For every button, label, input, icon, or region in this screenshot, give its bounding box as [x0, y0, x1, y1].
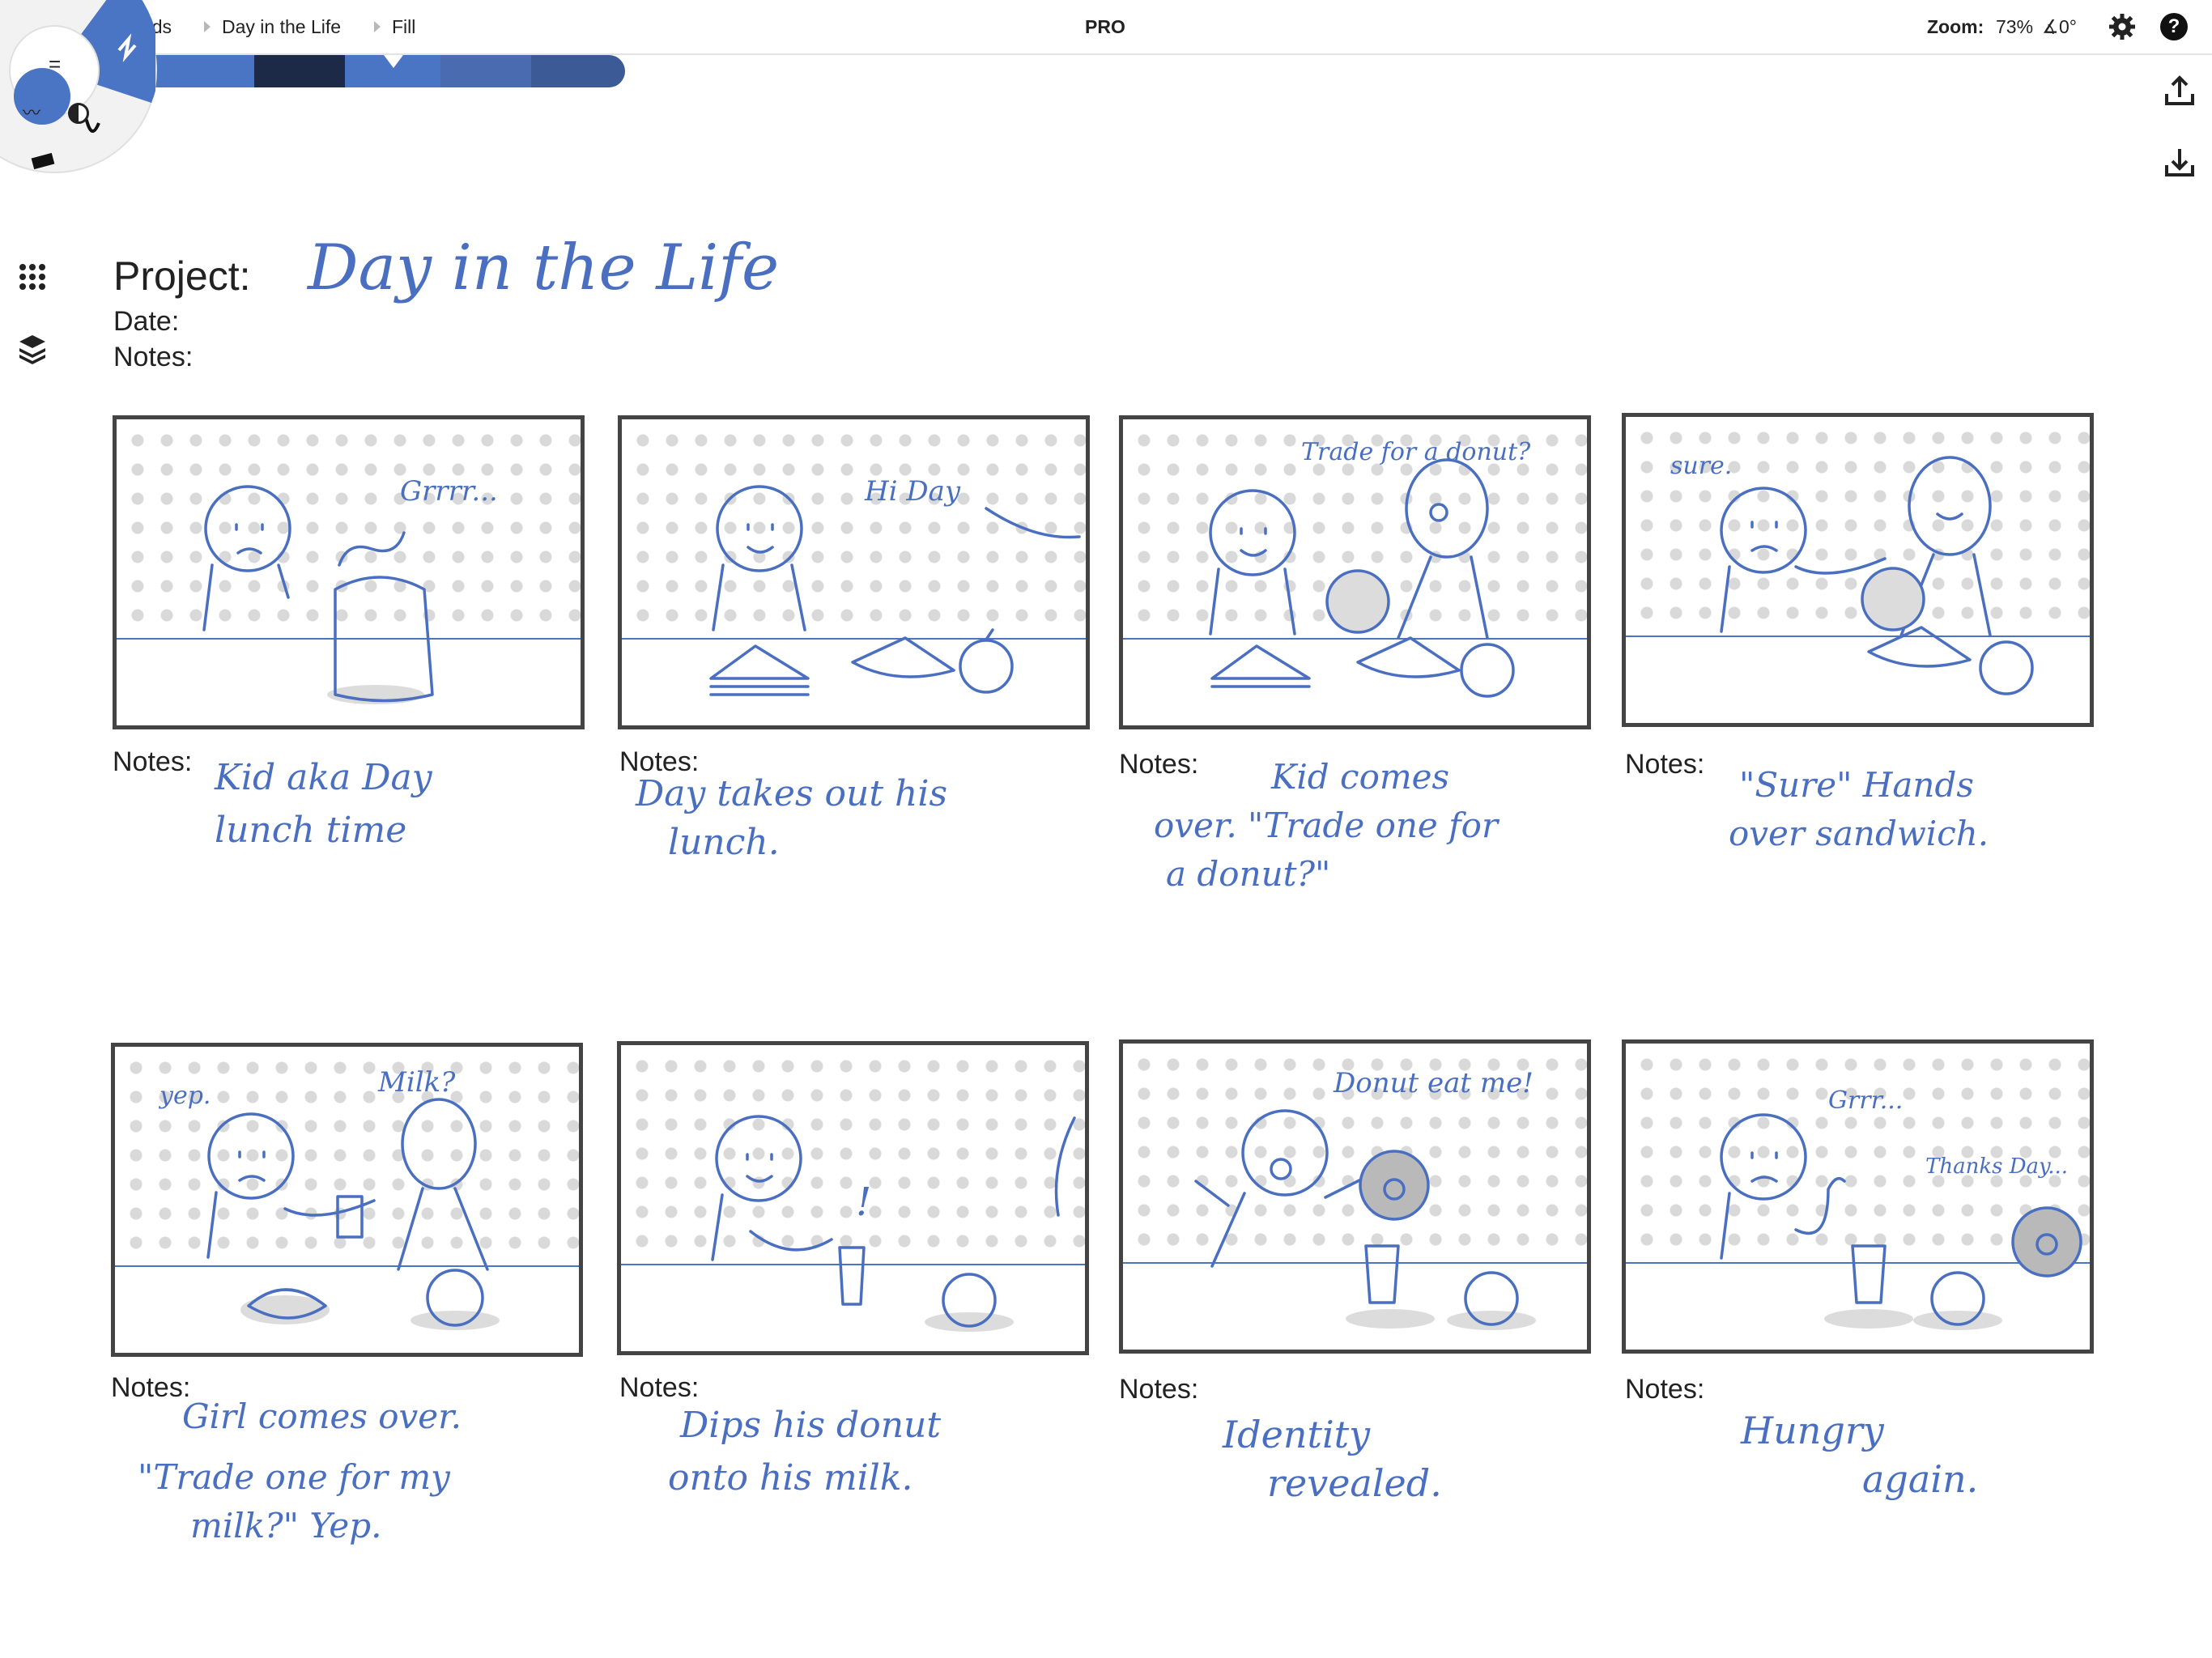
color-swatch[interactable]	[440, 55, 531, 87]
breadcrumb-separator	[204, 21, 211, 32]
panel-note-line: Day takes out his	[636, 773, 948, 814]
panel-note-line: "Sure" Hands	[1739, 765, 1974, 805]
breadcrumb-day-in-the-life[interactable]: Day in the Life	[222, 0, 341, 53]
panel-note-line: revealed.	[1267, 1461, 1442, 1505]
panel-note-line: Kid aka Day	[215, 757, 432, 798]
panel-notes-label: Notes:	[1625, 1374, 1705, 1405]
pro-badge: PRO	[1085, 16, 1125, 37]
angle-value[interactable]: 0°	[2059, 0, 2077, 53]
menu-icon[interactable]: =	[49, 52, 61, 77]
brush-wheel-icon[interactable]: = 〰	[0, 0, 157, 173]
angle-icon: ∡	[2042, 16, 2059, 37]
panel-notes-label: Notes:	[113, 746, 193, 777]
storyboard-panel[interactable]: !	[617, 1041, 1089, 1355]
panel-notes-label: Notes:	[1625, 749, 1705, 780]
panel-note-line: Kid comes	[1271, 757, 1450, 797]
panel-notes-label: Notes:	[111, 1372, 191, 1403]
speech-text: Grrrr...	[400, 475, 498, 508]
storyboard-panel[interactable]: Trade for a donut?	[1119, 415, 1591, 729]
opacity-icon[interactable]	[68, 103, 89, 124]
top-bar: Storyboards Day in the Life Fill PRO Zoo…	[0, 0, 2212, 55]
panel-note-line: Hungry	[1741, 1409, 1884, 1452]
panel-note-line: over. "Trade one for	[1154, 806, 1499, 845]
date-label: Date:	[113, 306, 180, 337]
panel-note-line: a donut?"	[1166, 854, 1331, 894]
panel-sketch: Trade for a donut?	[1209, 438, 1531, 698]
download-icon[interactable]	[2163, 146, 2196, 178]
speech-text: sure.	[1670, 452, 1732, 480]
storyboard-panel[interactable]: Donut eat me!	[1119, 1039, 1591, 1354]
project-value: Day in the Life	[308, 232, 780, 304]
panel-sketch: Donut eat me!	[1194, 1067, 1536, 1330]
color-swatch[interactable]	[531, 55, 625, 87]
storyboard-panel[interactable]: Hi Day	[618, 415, 1090, 729]
breadcrumb-fill[interactable]: Fill	[392, 0, 415, 53]
upload-icon[interactable]	[2163, 74, 2196, 107]
waveform-icon[interactable]: 〰	[23, 99, 40, 125]
speech-text: Thanks Day...	[1925, 1154, 2068, 1179]
panel-note-line: again.	[1862, 1457, 1979, 1501]
panel-note-line: onto his milk.	[668, 1457, 913, 1499]
speech-text: Donut eat me!	[1333, 1067, 1534, 1099]
panel-sketch: Grrrr...	[202, 475, 498, 704]
storyboard-panel[interactable]: Grrrr...	[113, 415, 585, 729]
color-swatch[interactable]	[254, 55, 345, 87]
panel-note-line: Identity	[1223, 1413, 1371, 1456]
panel-note-line: Girl comes over.	[182, 1397, 462, 1436]
panel-sketch: Hi Day	[709, 475, 1081, 696]
header-notes-label: Notes:	[113, 342, 194, 372]
speech-text: Milk?	[377, 1066, 456, 1099]
panel-sketch: !	[711, 1115, 1076, 1332]
zoom-value[interactable]: 73%	[1996, 0, 2033, 53]
panel-sketch: Grrr... Thanks Day...	[1720, 1086, 2082, 1330]
panel-note-line: Dips his donut	[680, 1405, 942, 1446]
palette-grid-icon[interactable]	[16, 261, 49, 293]
panel-note-line: over sandwich.	[1729, 814, 1989, 853]
panel-notes-label: Notes:	[619, 1372, 700, 1403]
storyboard-panel[interactable]: sure.	[1622, 413, 2094, 727]
panel-notes-label: Notes:	[1119, 749, 1199, 780]
panel-sketch: sure.	[1670, 452, 2034, 695]
panel-sketch: yep. Milk?	[158, 1066, 500, 1330]
selected-marker	[384, 55, 403, 68]
speech-text: Trade for a donut?	[1301, 438, 1531, 466]
panel-note-line: milk?" Yep.	[190, 1506, 382, 1545]
help-icon[interactable]: ?	[2160, 13, 2188, 40]
storyboard-panel[interactable]: Grrr... Thanks Day...	[1622, 1039, 2094, 1354]
speech-text: !	[856, 1180, 871, 1225]
breadcrumb-separator	[374, 21, 381, 32]
gear-icon[interactable]	[2108, 13, 2136, 40]
zoom-label: Zoom:	[1927, 16, 1984, 37]
panel-note-line: "Trade one for my	[138, 1457, 450, 1497]
storyboard-panel[interactable]: yep. Milk?	[111, 1043, 583, 1357]
panel-note-line: lunch time	[215, 810, 407, 851]
speech-text: yep.	[158, 1082, 211, 1110]
panel-notes-label: Notes:	[1119, 1374, 1199, 1405]
panel-note-line: lunch.	[668, 822, 780, 863]
speech-text: Hi Day	[864, 475, 961, 508]
speech-text: Grrr...	[1828, 1086, 1903, 1115]
project-label: Project:	[113, 253, 251, 299]
layers-icon[interactable]	[16, 332, 49, 364]
